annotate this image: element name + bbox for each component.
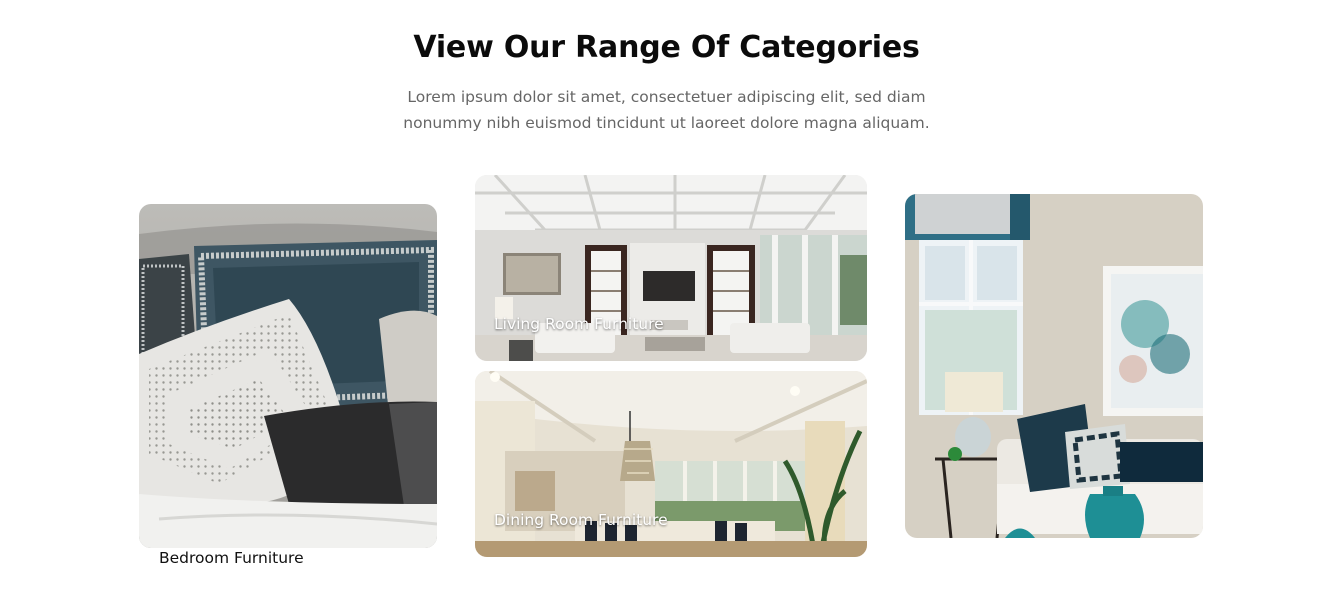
category-label-bedroom[interactable]: Bedroom Furniture — [159, 549, 304, 567]
category-card-dining-room[interactable]: Dining Room Furniture — [475, 371, 867, 557]
living-room-photo — [475, 175, 867, 361]
section-title: View Our Range Of Categories — [413, 30, 920, 65]
section-description: Lorem ipsum dolor sit amet, consectetuer… — [0, 84, 1333, 136]
section-description-line-1: Lorem ipsum dolor sit amet, consectetuer… — [407, 88, 926, 106]
lounge-sofa-window-photo — [905, 194, 1203, 538]
category-label-dining-room: Dining Room Furniture — [494, 511, 668, 529]
category-label-living-room: Living Room Furniture — [494, 315, 664, 333]
category-card-lounge[interactable] — [905, 194, 1203, 538]
section-description-line-2: nonummy nibh euismod tincidunt ut laoree… — [403, 114, 930, 132]
dining-room-photo — [475, 371, 867, 557]
category-card-bedroom[interactable] — [139, 204, 437, 548]
category-card-living-room[interactable]: Living Room Furniture — [475, 175, 867, 361]
bedroom-pillows-photo — [139, 204, 437, 548]
